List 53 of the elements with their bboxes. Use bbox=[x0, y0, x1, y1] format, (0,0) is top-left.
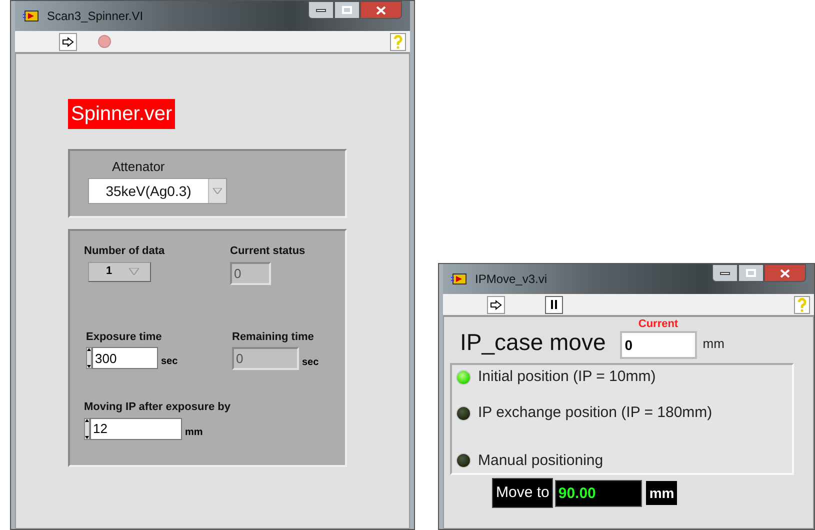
window-title: IPMove_v3.vi bbox=[475, 271, 548, 288]
window-title: Scan3_Spinner.VI bbox=[47, 8, 144, 25]
minimize-button[interactable] bbox=[712, 264, 738, 282]
pause-button[interactable] bbox=[545, 296, 563, 314]
arrow-icon bbox=[490, 300, 502, 310]
remaining-time-display: 0 bbox=[232, 347, 299, 370]
current-label: Current bbox=[638, 317, 678, 331]
app-icon bbox=[23, 10, 39, 22]
pause-icon bbox=[550, 300, 558, 309]
close-button[interactable] bbox=[360, 1, 402, 19]
unit-label: mm bbox=[702, 334, 724, 352]
number-of-data-label: Number of data bbox=[84, 244, 166, 259]
help-icon bbox=[797, 298, 807, 312]
position-label: Initial position (IP = 10mm) bbox=[478, 367, 656, 387]
close-icon bbox=[780, 268, 790, 278]
maximize-button[interactable] bbox=[334, 1, 360, 19]
attenuator-label: Attenator bbox=[112, 159, 166, 175]
help-button[interactable] bbox=[390, 32, 406, 50]
move-to-field[interactable]: 90.00 bbox=[555, 480, 642, 506]
run-button[interactable] bbox=[487, 296, 505, 314]
dropdown-arrow-icon bbox=[213, 188, 222, 194]
position-label: IP exchange position (IP = 180mm) bbox=[478, 402, 712, 423]
maximize-button[interactable] bbox=[738, 264, 764, 282]
heading: IP_case move bbox=[460, 328, 606, 356]
help-icon bbox=[393, 34, 403, 48]
current-status-display: 0 bbox=[230, 262, 271, 284]
position-label: Manual positioning bbox=[478, 450, 604, 470]
move-to-label: Move to bbox=[492, 478, 554, 508]
arrow-icon bbox=[62, 36, 74, 46]
stop-icon bbox=[98, 35, 111, 48]
unit-label: mm bbox=[646, 481, 678, 505]
remaining-time-label: Remaining time bbox=[232, 330, 315, 344]
current-display: 0 bbox=[620, 331, 697, 359]
unit-label: sec bbox=[302, 356, 319, 370]
version-banner: Spinner.ver bbox=[68, 99, 176, 129]
increment-arrows[interactable] bbox=[84, 418, 90, 440]
dropdown-arrow-icon bbox=[129, 268, 139, 275]
help-button[interactable] bbox=[794, 296, 810, 314]
app-icon bbox=[451, 273, 467, 285]
minimize-button[interactable] bbox=[308, 1, 334, 19]
moving-ip-field[interactable]: 12 bbox=[90, 418, 182, 440]
run-button[interactable] bbox=[59, 32, 77, 50]
attenuator-dropdown[interactable]: 35keV(Ag0.3) bbox=[88, 178, 227, 204]
exposure-time-label: Exposure time bbox=[86, 330, 163, 344]
increment-arrows[interactable] bbox=[86, 347, 92, 369]
exposure-time-field[interactable]: 300 bbox=[92, 347, 158, 369]
moving-ip-label: Moving IP after exposure by bbox=[84, 400, 232, 415]
close-button[interactable] bbox=[764, 264, 806, 282]
close-icon bbox=[376, 6, 386, 14]
current-status-label: Current status bbox=[230, 244, 306, 259]
unit-label: sec bbox=[161, 355, 178, 369]
number-of-data-dropdown[interactable]: 1 bbox=[88, 262, 151, 282]
unit-label: mm bbox=[185, 426, 203, 440]
